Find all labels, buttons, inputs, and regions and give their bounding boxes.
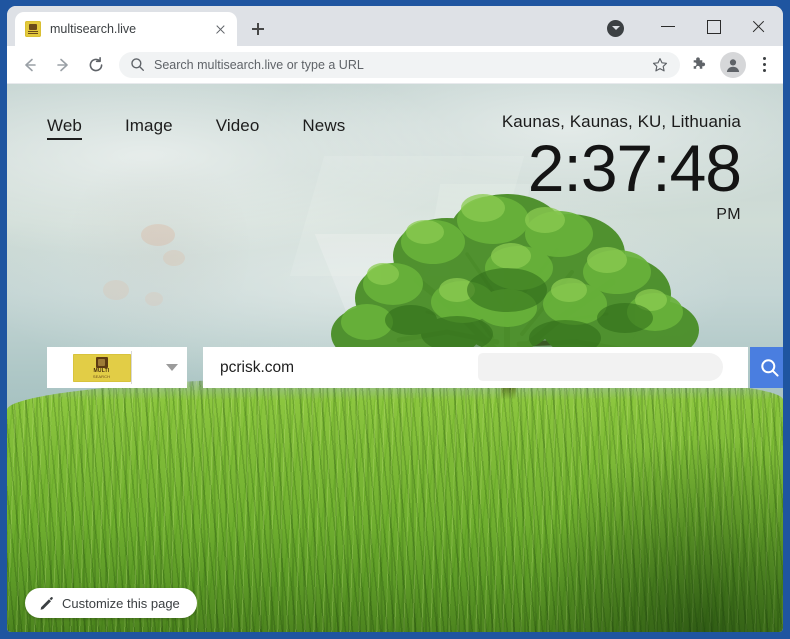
window-controls: [607, 6, 783, 46]
browser-tab[interactable]: multisearch.live: [15, 12, 237, 46]
tab-web[interactable]: Web: [47, 116, 82, 140]
window-frame: multisearch.live Search multisearch.live…: [0, 0, 790, 639]
search-input-wrapper: [203, 347, 748, 388]
address-bar-placeholder: Search multisearch.live or type a URL: [154, 57, 364, 72]
maximize-button[interactable]: [691, 10, 736, 42]
multisearch-favicon-icon: [25, 21, 41, 37]
tab-title: multisearch.live: [50, 22, 137, 36]
search-bar: MULTI SEARCH: [47, 347, 783, 388]
multisearch-logo-mark: [95, 356, 108, 368]
search-category-tabs: Web Image Video News: [47, 116, 345, 140]
watermark-circle: [69, 148, 249, 348]
reload-icon[interactable]: [82, 51, 110, 79]
back-arrow-icon[interactable]: [16, 51, 44, 79]
search-icon: [131, 58, 145, 72]
grass-shadow: [519, 434, 783, 632]
search-submit-button[interactable]: [750, 347, 783, 388]
watermark-blob: [103, 280, 129, 300]
clock-time: 2:37:48: [527, 131, 742, 205]
page-content: Web Image Video News Kaunas, Kaunas, KU,…: [7, 84, 783, 632]
clock-widget: Kaunas, Kaunas, KU, Lithuania 2:37:48 PM: [501, 112, 742, 224]
profile-avatar[interactable]: [720, 51, 746, 78]
customize-page-label: Customize this page: [62, 595, 180, 611]
forward-arrow-icon[interactable]: [49, 51, 77, 79]
address-bar[interactable]: Search multisearch.live or type a URL: [119, 51, 680, 78]
divider: [130, 351, 132, 384]
tab-search-chevron-down-icon[interactable]: [607, 19, 624, 37]
watermark-blob: [163, 250, 185, 266]
clock-meridiem: PM: [716, 205, 741, 223]
extensions-puzzle-icon[interactable]: [687, 52, 713, 78]
multisearch-logo-line2: SEARCH: [92, 373, 111, 379]
bookmark-star-icon[interactable]: [652, 57, 668, 73]
tab-close-icon[interactable]: [212, 21, 228, 37]
browser-toolbar: Search multisearch.live or type a URL: [7, 46, 783, 84]
tab-video[interactable]: Video: [216, 116, 260, 136]
search-engine-selector[interactable]: MULTI SEARCH: [47, 347, 157, 388]
search-input[interactable]: [203, 347, 748, 388]
location-text: Kaunas, Kaunas, KU, Lithuania: [501, 112, 741, 131]
minimize-button[interactable]: [646, 10, 691, 42]
tab-news[interactable]: News: [302, 116, 345, 136]
tab-image[interactable]: Image: [125, 116, 173, 136]
customize-page-button[interactable]: Customize this page: [25, 588, 197, 618]
new-tab-button[interactable]: [244, 15, 272, 43]
chrome-menu-icon[interactable]: [754, 52, 774, 78]
engine-chevron-down-icon[interactable]: [157, 347, 187, 388]
search-icon: [761, 358, 779, 377]
pencil-icon: [40, 596, 53, 610]
close-window-button[interactable]: [736, 10, 781, 42]
multisearch-logo: MULTI SEARCH: [72, 353, 131, 382]
watermark-blob: [145, 292, 163, 306]
chrome-browser-window: multisearch.live Search multisearch.live…: [7, 6, 783, 632]
watermark-blob: [141, 224, 175, 246]
tab-strip: multisearch.live: [7, 6, 783, 46]
